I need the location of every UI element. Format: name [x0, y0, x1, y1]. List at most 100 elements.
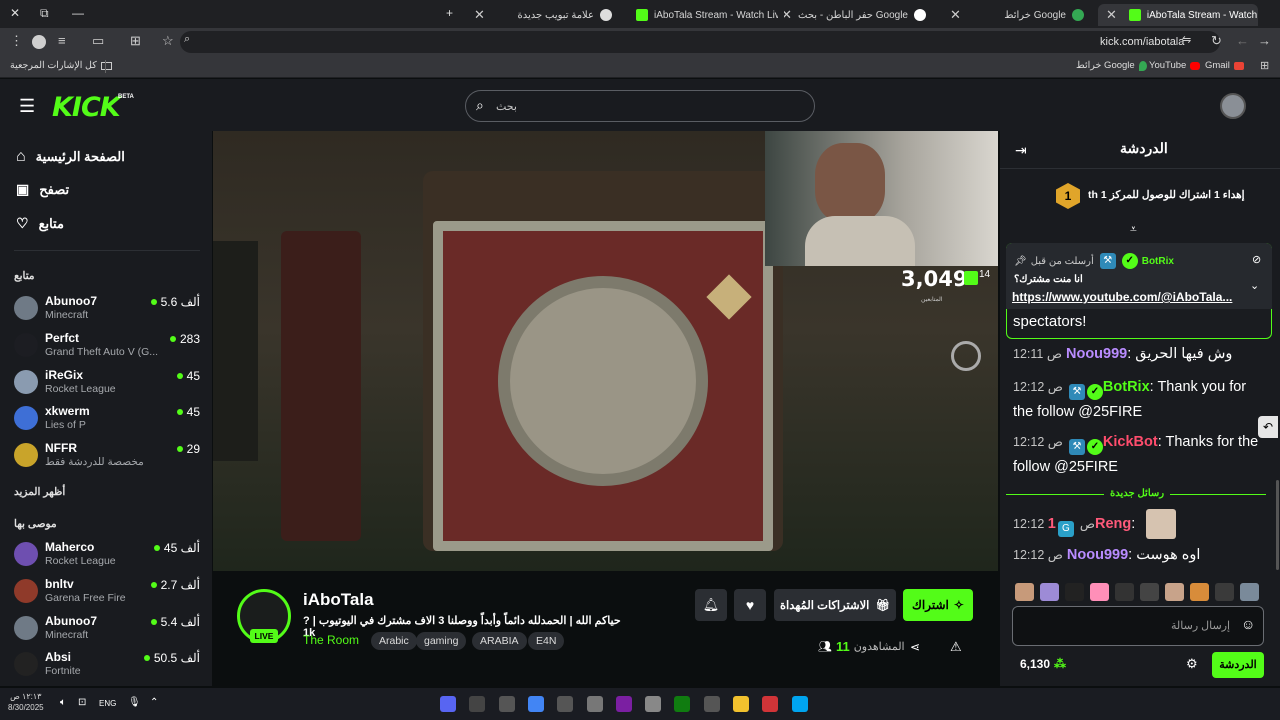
message-username[interactable]: Noou999 — [1066, 346, 1127, 362]
tag-gaming[interactable]: gaming — [416, 632, 467, 650]
mic-icon[interactable]: 🎙︎ — [128, 697, 141, 708]
channel-row[interactable]: Absi Fortnite 50.5 ألف — [14, 648, 202, 682]
bookmark-youtube[interactable]: YouTube — [1149, 60, 1201, 71]
channel-points[interactable]: 6,130 ⁂ — [1020, 657, 1066, 671]
bell-icon[interactable]: 🔔︎ — [695, 589, 727, 621]
pinned-username[interactable]: BotRix — [1142, 256, 1174, 267]
scroll-arrow-icon[interactable]: ⩡ — [1130, 222, 1137, 237]
folder-icon[interactable] — [733, 696, 749, 712]
speaker-icon[interactable]: 🔈︎ — [60, 697, 66, 708]
new-messages-label[interactable]: رسائل جديدة — [1104, 488, 1171, 499]
app-icon[interactable] — [703, 696, 720, 712]
forward-icon[interactable]: ← — [1236, 33, 1249, 48]
chat-settings-gear-icon[interactable]: ⚙ — [1186, 656, 1198, 672]
nav-following[interactable]: ♡ متابع — [16, 215, 64, 232]
settings-icon[interactable] — [586, 696, 603, 712]
user-avatar[interactable] — [1220, 93, 1246, 119]
network-icon[interactable]: ⊡ — [78, 697, 86, 708]
close-icon[interactable]: ✕ — [950, 7, 961, 23]
bookmark-star-icon[interactable]: ☆ — [162, 33, 174, 49]
tab-new-tab[interactable]: ✕ علامة تبويب جديدة — [466, 4, 620, 26]
emote-icon[interactable] — [1015, 583, 1034, 601]
close-window-icon[interactable]: ✕ — [10, 6, 20, 20]
expand-pin-icon[interactable]: ⌄ — [1250, 279, 1259, 292]
emote-icon[interactable] — [1140, 583, 1159, 601]
share-icon[interactable]: ⋖ — [910, 640, 920, 654]
profile-icon[interactable] — [32, 35, 46, 49]
app-icon[interactable] — [645, 696, 662, 712]
show-more-link[interactable]: أظهر المزيد — [14, 486, 65, 498]
report-warning-icon[interactable]: ⚠ — [950, 639, 962, 655]
xbox-icon[interactable] — [674, 696, 691, 712]
url-field[interactable] — [180, 31, 1220, 53]
menu-dots-icon[interactable]: ⋮ — [10, 33, 23, 49]
channel-row[interactable]: bnltv Garena Free Fire 2.7 ألف — [14, 575, 202, 609]
channel-row[interactable]: iReGix Rocket League 45 — [14, 366, 202, 400]
emote-icon[interactable] — [1215, 583, 1234, 601]
taskbar-clock[interactable]: ١٢:١٣ ص 8/30/2025 — [8, 691, 44, 713]
site-settings-icon[interactable]: ⇋ — [1182, 33, 1191, 46]
tag-arabic[interactable]: Arabic — [371, 632, 417, 650]
emote-icon[interactable] — [1190, 583, 1209, 601]
emote-icon[interactable] — [1165, 583, 1184, 601]
close-icon[interactable]: ✕ — [1106, 7, 1117, 23]
apps-grid-icon[interactable]: ⊞ — [1260, 59, 1269, 72]
follow-heart-icon[interactable]: ♥ — [734, 589, 766, 621]
message-username[interactable]: Noou999 — [1067, 547, 1128, 563]
close-icon[interactable]: ✕ — [474, 7, 485, 23]
emote-icon[interactable] — [1065, 583, 1084, 601]
emote-bar[interactable] — [1015, 583, 1259, 601]
back-icon[interactable]: → — [1258, 33, 1271, 48]
discord-icon[interactable] — [440, 696, 456, 712]
app-icon[interactable] — [469, 696, 486, 712]
close-icon[interactable]: ✕ — [784, 7, 792, 23]
channel-name[interactable]: iAboTala — [303, 590, 374, 610]
emote-icon[interactable] — [1040, 583, 1059, 601]
minimize-window-icon[interactable]: — — [72, 6, 84, 20]
video-player[interactable]: 3,049 14 المتابعين — [213, 131, 998, 571]
emote-icon[interactable] — [1090, 583, 1109, 601]
emoji-icon[interactable]: ☺ — [1241, 616, 1255, 632]
message-username[interactable]: KickBot — [1103, 434, 1158, 450]
tag-arabia[interactable]: ARABIA — [472, 632, 527, 650]
channel-row[interactable]: NFFR مخصصة للدردشة فقط 29 — [14, 439, 202, 473]
tray-chevron-icon[interactable]: ⌃ — [150, 697, 158, 708]
hide-pin-icon[interactable]: ⊘ — [1252, 253, 1261, 266]
category-link[interactable]: The Room — [303, 633, 359, 647]
chat-input[interactable]: إرسال رسالة ☺ — [1012, 606, 1264, 646]
send-chat-button[interactable]: الدردشة — [1212, 652, 1264, 678]
zoom-icon[interactable]: ⌕ — [184, 33, 190, 46]
puzzle-icon[interactable]: ⊞ — [130, 33, 141, 49]
windows-start-icon[interactable] — [791, 696, 808, 712]
tab-iabotala-active[interactable]: ✕ iAboTala Stream - Watch Li — [1098, 4, 1258, 26]
search-input[interactable]: ⌕ بحث — [465, 90, 815, 122]
restore-window-icon[interactable]: ⧉ — [40, 6, 49, 21]
tab-google-search[interactable]: ✕ حفر الباطن - بحث Google — [784, 4, 934, 26]
channel-row[interactable]: Maherco Rocket League 45 ألف — [14, 538, 202, 572]
channel-row[interactable]: Abunoo7 Minecraft 5.6 ألف — [14, 292, 202, 326]
subscribe-button[interactable]: اشتراك ✧ — [903, 589, 973, 621]
new-tab-icon[interactable]: + — [446, 6, 453, 20]
tag-e4n[interactable]: E4N — [528, 632, 565, 650]
cast-icon[interactable]: ▭ — [92, 33, 104, 49]
bookmark-gmail[interactable]: Gmail — [1205, 60, 1244, 71]
tab-iabotala[interactable]: iAboTala Stream - Watch Live o — [628, 4, 778, 26]
reload-icon[interactable]: ↻ — [1211, 33, 1222, 49]
bookmark-google-maps[interactable]: خرائط Google — [1076, 60, 1147, 71]
hamburger-menu-icon[interactable]: ☰ — [19, 97, 35, 115]
reply-arrow-icon[interactable]: ↶ — [1258, 416, 1278, 438]
file-icon[interactable] — [498, 696, 515, 712]
channel-row[interactable]: Perfct Grand Theft Auto V (G... 283 — [14, 329, 202, 363]
extensions-icon[interactable]: ≡ — [58, 33, 66, 48]
bookmarks-folder[interactable]: كل الإشارات المرجعية — [10, 60, 112, 71]
channel-row[interactable]: Abunoo7 Minecraft 5.4 ألف — [14, 612, 202, 646]
language-indicator[interactable]: ENG — [99, 699, 116, 708]
gift-subs-button[interactable]: الاشتراكات المُهداة 🎁︎ — [774, 589, 896, 621]
kick-logo[interactable]: KICK — [52, 92, 121, 123]
url-text[interactable]: kick.com/iabotala — [1100, 36, 1184, 48]
emote-icon[interactable] — [1115, 583, 1134, 601]
message-username[interactable]: BotRix — [1103, 379, 1150, 395]
chat-scrollbar[interactable] — [1276, 480, 1279, 570]
emote-icon[interactable] — [1240, 583, 1259, 601]
chrome-icon[interactable] — [527, 696, 544, 712]
